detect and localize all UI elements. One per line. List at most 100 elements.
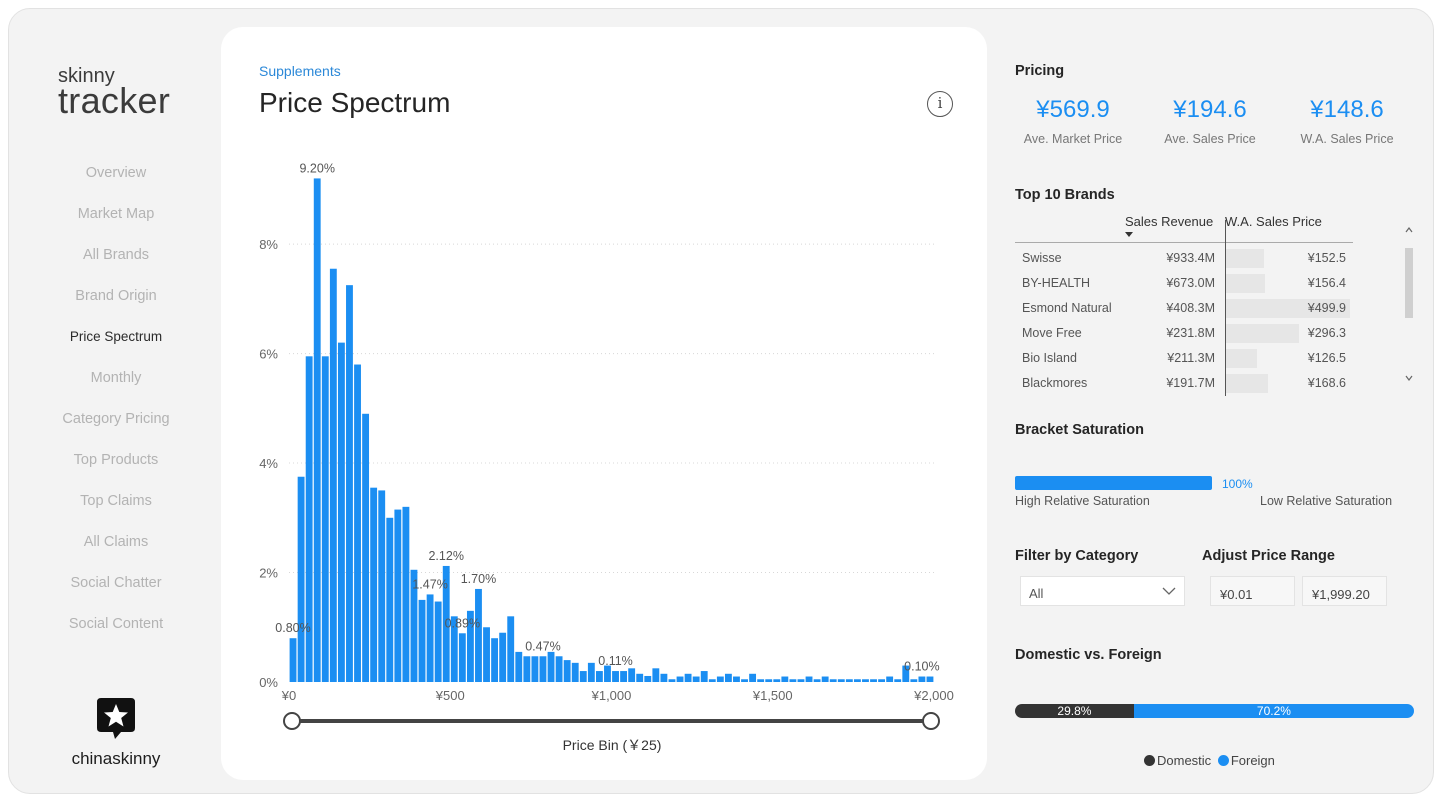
histogram-bar	[563, 660, 571, 682]
price-histogram: 0% 2% 4% 6% 8% 0.80% 9.20% 1.47% 2.12% 0.89% 1.70%…	[259, 161, 954, 753]
filter-category-title: Filter by Category	[1015, 548, 1139, 564]
histogram-bar	[402, 506, 410, 682]
domestic-legend-label: Domestic	[1157, 753, 1212, 768]
skinny-tracker-logo: skinny tracker	[58, 66, 170, 119]
histogram-bar	[297, 476, 305, 682]
y-tick-label: 0%	[259, 675, 278, 690]
range-slider-max-handle[interactable]	[922, 712, 940, 730]
kpi-value: ¥148.6	[1310, 96, 1384, 123]
sidebar-item-market-map[interactable]: Market Map	[30, 203, 202, 244]
price-databar	[1226, 349, 1257, 368]
foreign-segment: 70.2%	[1133, 704, 1414, 718]
price-min-input[interactable]	[1210, 576, 1295, 606]
table-scrollbar[interactable]	[1403, 216, 1415, 394]
chinaskinny-star-icon	[97, 698, 135, 739]
table-row[interactable]: Swisse ¥933.4M ¥152.5	[1015, 246, 1353, 271]
histogram-bar	[741, 679, 748, 682]
data-label: 0.89%	[445, 616, 480, 630]
histogram-bar	[289, 638, 297, 682]
histogram-bar	[894, 679, 902, 682]
scroll-down-icon	[1405, 375, 1413, 381]
category-select[interactable]: All	[1020, 576, 1185, 606]
histogram-bar	[862, 679, 869, 682]
price-cell: ¥168.6	[1307, 376, 1346, 390]
histogram-bar	[475, 588, 482, 682]
histogram-bar	[547, 651, 555, 682]
price-cell: ¥296.3	[1307, 326, 1346, 340]
table-row[interactable]: Blackmores ¥191.7M ¥168.6	[1015, 371, 1353, 396]
price-databar	[1226, 324, 1299, 343]
histogram-bar	[491, 638, 499, 682]
histogram-bar	[507, 616, 515, 682]
histogram-bar	[628, 668, 636, 682]
sidebar-item-top-products[interactable]: Top Products	[30, 449, 202, 490]
histogram-bar	[587, 662, 595, 682]
table-row[interactable]: Bio Island ¥211.3M ¥126.5	[1015, 346, 1353, 371]
histogram-bar	[845, 679, 853, 682]
kpi-label: Ave. Sales Price	[1164, 132, 1256, 146]
table-row[interactable]: Move Free ¥231.8M ¥296.3	[1015, 321, 1353, 346]
histogram-bar	[337, 342, 345, 682]
sidebar-item-price-spectrum[interactable]: Price Spectrum	[30, 326, 202, 367]
histogram-bar	[313, 178, 321, 682]
column-header-sales-revenue[interactable]: Sales Revenue	[1125, 214, 1213, 229]
histogram-bar	[386, 517, 394, 682]
top-brands-title: Top 10 Brands	[1015, 187, 1115, 203]
sidebar-item-social-chatter[interactable]: Social Chatter	[30, 572, 202, 613]
foreign-legend-dot	[1217, 755, 1229, 766]
histogram-bar	[620, 671, 628, 682]
sidebar-item-all-claims[interactable]: All Claims	[30, 531, 202, 572]
brand-name: chinaskinny	[71, 749, 161, 768]
sidebar-item-category-pricing[interactable]: Category Pricing	[30, 408, 202, 449]
brand-name-cell: Blackmores	[1022, 376, 1088, 390]
domestic-legend-dot	[1144, 755, 1155, 766]
histogram-bar	[821, 676, 829, 682]
sidebar-item-monthly[interactable]: Monthly	[30, 367, 202, 408]
brand-name-cell: BY-HEALTH	[1022, 276, 1091, 290]
histogram-bar	[837, 679, 845, 682]
sidebar-item-top-claims[interactable]: Top Claims	[30, 490, 202, 531]
domestic-foreign-bar: 29.8% 70.2%	[1015, 704, 1414, 718]
table-row[interactable]: Esmond Natural ¥408.3M ¥499.9	[1015, 296, 1353, 321]
histogram-bar	[483, 627, 490, 682]
histogram-bar	[515, 651, 523, 682]
sidebar-nav: Overview Market Map All Brands Brand Origin…	[30, 162, 202, 654]
sidebar-item-all-brands[interactable]: All Brands	[30, 244, 202, 285]
table-row[interactable]: BY-HEALTH ¥673.0M ¥156.4	[1015, 271, 1353, 296]
histogram-bar	[684, 673, 692, 682]
price-databar	[1226, 249, 1264, 268]
header-divider	[1015, 242, 1353, 243]
price-max-input[interactable]	[1302, 576, 1387, 606]
histogram-bar	[660, 673, 668, 682]
y-tick-label: 2%	[259, 566, 278, 581]
revenue-cell: ¥933.4M	[1166, 251, 1215, 265]
top-brands-table: Sales Revenue W.A. Sales Price Swisse ¥93…	[1015, 208, 1415, 398]
data-label: 0.10%	[904, 660, 939, 674]
histogram-bar	[829, 679, 837, 682]
histogram-bar	[636, 673, 644, 682]
kpi-ave-sales-price: ¥194.6 Ave. Sales Price	[1145, 96, 1275, 146]
histogram-bar	[668, 679, 676, 682]
data-label: 9.20%	[299, 161, 334, 175]
kpi-value: ¥194.6	[1173, 96, 1247, 123]
data-label: 0.11%	[598, 654, 633, 668]
revenue-cell: ¥231.8M	[1166, 326, 1215, 340]
sidebar-item-overview[interactable]: Overview	[30, 162, 202, 203]
price-cell: ¥126.5	[1307, 351, 1346, 365]
histogram-bar	[692, 676, 700, 682]
histogram-bar	[789, 679, 797, 682]
sidebar-item-social-content[interactable]: Social Content	[30, 613, 202, 654]
price-databar	[1226, 274, 1265, 293]
data-label: 0.47%	[525, 639, 560, 653]
histogram-bar	[813, 679, 821, 682]
range-slider-min-handle[interactable]	[283, 712, 301, 730]
revenue-cell: ¥211.3M	[1167, 351, 1215, 365]
sidebar-item-brand-origin[interactable]: Brand Origin	[30, 285, 202, 326]
data-label: 2.12%	[428, 549, 463, 563]
column-header-wa-sales-price[interactable]: W.A. Sales Price	[1225, 214, 1322, 229]
price-cell: ¥499.9	[1307, 301, 1346, 315]
histogram-bar	[878, 679, 886, 682]
foreign-legend-label: Foreign	[1230, 753, 1275, 768]
price-cell: ¥152.5	[1307, 251, 1346, 265]
histogram-bar	[354, 364, 361, 682]
